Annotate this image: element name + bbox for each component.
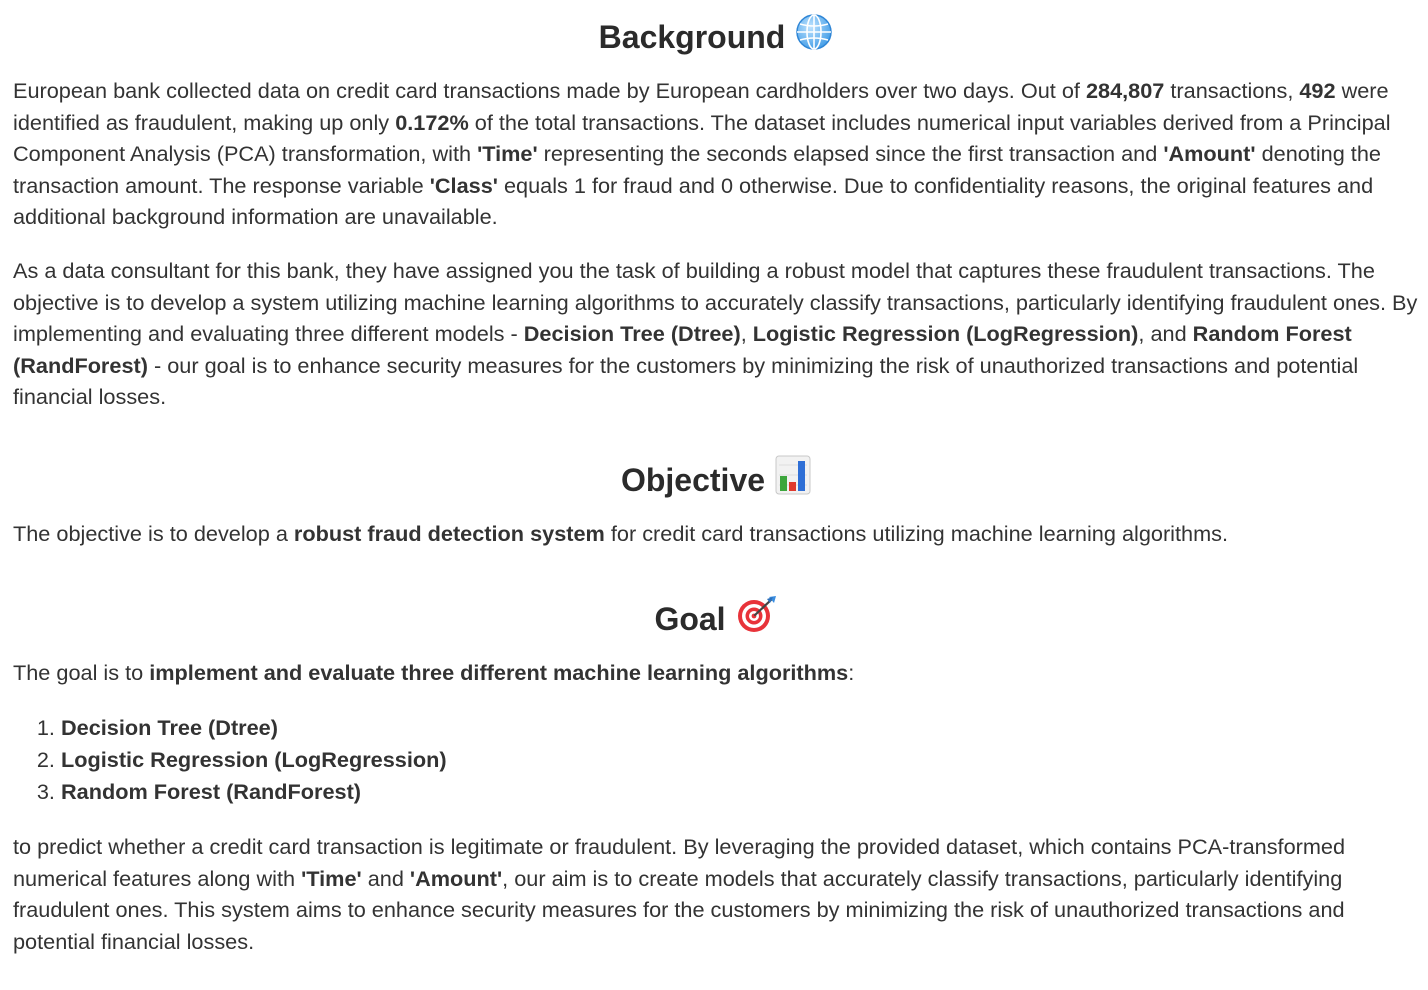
objective-heading: Objective (13, 455, 1419, 498)
transactions-total: 284,807 (1085, 78, 1165, 103)
text-run: for credit card transactions utilizing m… (604, 521, 1229, 546)
objective-emphasis: robust fraud detection system (293, 521, 605, 546)
background-paragraph-1: European bank collected data on credit c… (13, 75, 1419, 233)
model-logregression: Logistic Regression (LogRegression) (752, 321, 1139, 346)
goal-heading: Goal (13, 596, 1419, 637)
goal-intro: The goal is to implement and evaluate th… (13, 657, 1419, 689)
text-run: : (848, 660, 855, 685)
text-run: and (361, 865, 410, 891)
globe-icon (795, 13, 833, 60)
background-heading-text: Background (598, 18, 786, 55)
model-dtree: Decision Tree (Dtree) (523, 321, 741, 346)
background-paragraph-2: As a data consultant for this bank, they… (13, 255, 1419, 413)
background-heading: Background (13, 14, 1419, 56)
goal-emphasis: implement and evaluate three different m… (149, 660, 849, 685)
text-run: The goal is to (13, 660, 150, 685)
target-dart-icon (736, 594, 778, 643)
text-run: - our goal is to enhance security measur… (13, 352, 1359, 410)
text-run: representing the seconds elapsed since t… (537, 141, 1164, 166)
objective-paragraph: The objective is to develop a robust fra… (13, 518, 1419, 550)
algorithm-list: Decision Tree (Dtree) Logistic Regressio… (13, 712, 1419, 808)
goal-outro: to predict whether a credit card transac… (13, 831, 1419, 957)
text-run: European bank collected data on credit c… (13, 78, 1086, 103)
time-variable: 'Time' (477, 141, 538, 166)
text-run: The objective is to develop a (13, 521, 294, 546)
goal-heading-text: Goal (654, 600, 726, 637)
list-item: Logistic Regression (LogRegression) (61, 744, 1419, 776)
fraud-percentage: 0.172% (395, 109, 469, 135)
objective-heading-text: Objective (620, 461, 766, 498)
list-item: Random Forest (RandForest) (61, 776, 1419, 808)
bar-chart-icon (775, 455, 811, 504)
fraud-count: 492 (1299, 78, 1336, 103)
text-run: , and (1138, 321, 1193, 346)
time-variable: 'Time' (301, 865, 362, 891)
class-variable: 'Class' (429, 172, 498, 198)
amount-variable: 'Amount' (409, 865, 503, 891)
text-run: transactions, (1164, 78, 1300, 103)
amount-variable: 'Amount' (1163, 141, 1256, 166)
list-item: Decision Tree (Dtree) (61, 712, 1419, 744)
text-run: , (740, 321, 753, 346)
